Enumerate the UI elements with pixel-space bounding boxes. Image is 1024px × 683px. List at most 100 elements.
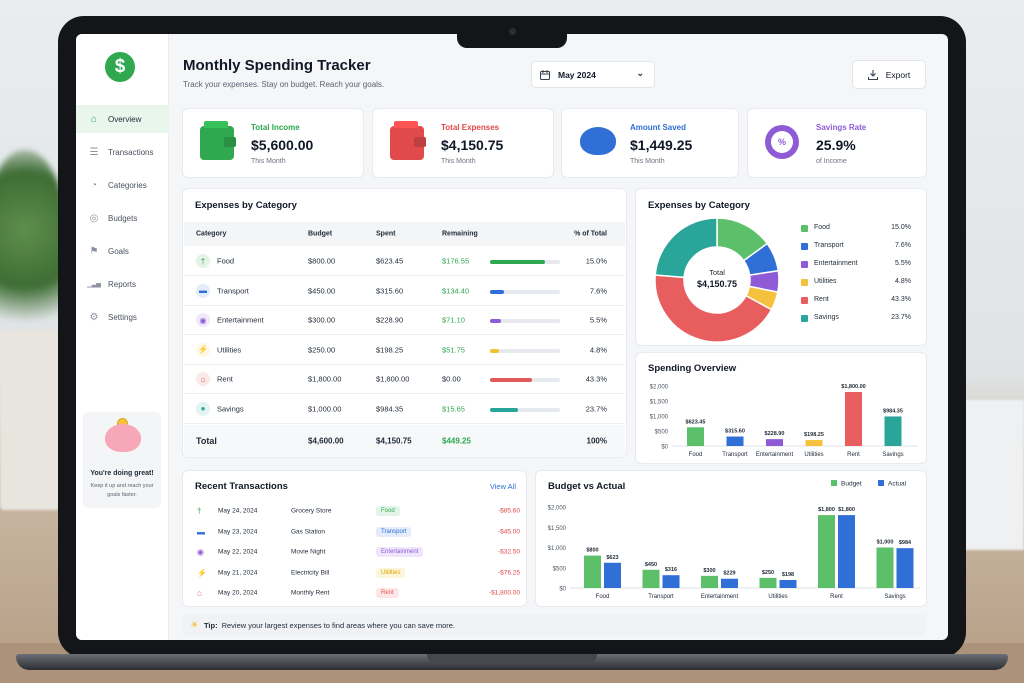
view-all-link[interactable]: View All bbox=[490, 482, 516, 491]
flag-icon: ⚑ bbox=[89, 245, 99, 257]
total-label: Total bbox=[196, 436, 217, 446]
x-tick-label: Food bbox=[596, 594, 610, 600]
total-pct: 100% bbox=[586, 436, 607, 446]
cell-category: Food bbox=[217, 256, 235, 266]
sidebar-item-label: Reports bbox=[108, 279, 137, 289]
budget-vs-actual-card: Budget vs Actual $0 $500 $1,000 $1,500 $2,00… bbox=[535, 470, 927, 607]
y-tick-label: $1,500 bbox=[548, 526, 567, 532]
table-row: ⚡ Utilities $250.00 $198.25 $51.75 4.8% bbox=[184, 336, 625, 365]
donut-center-label: Total bbox=[709, 268, 725, 277]
sidebar-item-categories[interactable]: ◔ Categories bbox=[76, 171, 169, 199]
bar-data-label: $315.60 bbox=[725, 429, 745, 435]
stat-subtext: This Month bbox=[630, 158, 665, 165]
sidebar-item-reports[interactable]: ▁▃▅ Reports bbox=[76, 270, 169, 298]
x-tick-label: Savings bbox=[882, 452, 903, 458]
gear-icon: ⚙ bbox=[89, 311, 99, 323]
legend-swatch bbox=[801, 243, 808, 250]
transaction-row[interactable]: ▬ May 23, 2024 Gas Station Transport -$45.00 bbox=[195, 522, 520, 542]
bar-data-label: $450 bbox=[645, 562, 657, 568]
transaction-row[interactable]: ⌂ May 20, 2024 Monthly Rent Rent -$1,800.00 bbox=[195, 583, 520, 603]
category-badge: Entertainment bbox=[376, 547, 424, 557]
bar-transport bbox=[726, 436, 744, 446]
stat-value: $1,449.25 bbox=[630, 137, 693, 153]
legend-label: Rent bbox=[814, 296, 829, 303]
x-tick-label: Food bbox=[689, 452, 703, 458]
progress-fill bbox=[490, 319, 501, 323]
bar-data-label: $623.45 bbox=[686, 419, 706, 425]
sidebar-item-transactions[interactable]: ☰ Transactions bbox=[76, 138, 169, 166]
stat-card-savings-rate: % Savings Rate 25.9% of Income bbox=[747, 108, 927, 178]
transaction-date: May 20, 2024 bbox=[218, 589, 258, 597]
legend-label: Food bbox=[814, 224, 830, 231]
spending-overview-card: Spending Overview $0 $500 $1,000 $1,500 $2,0… bbox=[635, 352, 927, 464]
sidebar-item-overview[interactable]: ⌂ Overview bbox=[76, 105, 169, 133]
stat-subtext: This Month bbox=[251, 158, 286, 165]
bar-data-label: $229 bbox=[723, 571, 735, 577]
sidebar-item-label: Settings bbox=[108, 312, 137, 322]
stat-value: $4,150.75 bbox=[441, 137, 504, 153]
cell-pct: 7.6% bbox=[589, 286, 607, 295]
transaction-row[interactable]: ◉ May 22, 2024 Movie Night Entertainment -$3… bbox=[195, 542, 520, 562]
legend-label: Transport bbox=[814, 242, 844, 249]
stat-card-amount-saved: Amount Saved $1,449.25 This Month bbox=[561, 108, 739, 178]
legend-item-savings: Savings 23.7% bbox=[801, 314, 911, 324]
cell-remaining: $51.75 bbox=[442, 345, 465, 354]
stat-value: 25.9% bbox=[816, 137, 856, 153]
bar-budget-food bbox=[584, 555, 601, 588]
sidebar-item-goals[interactable]: ⚑ Goals bbox=[76, 237, 169, 265]
export-button[interactable]: Export bbox=[852, 60, 926, 89]
stat-subtext: of Income bbox=[816, 158, 847, 165]
category-badge: Transport bbox=[376, 526, 412, 537]
table-row: † Food $800.00 $623.45 $176.55 15.0% bbox=[184, 247, 625, 276]
transaction-row[interactable]: † May 24, 2024 Grocery Store Food -$85.60 bbox=[195, 501, 520, 521]
cell-budget: $450.00 bbox=[308, 286, 336, 295]
x-tick-label: Entertainment bbox=[756, 452, 794, 458]
sidebar-item-settings[interactable]: ⚙ Settings bbox=[76, 303, 169, 331]
cell-budget: $300.00 bbox=[308, 315, 336, 325]
app-logo: $ bbox=[105, 52, 135, 82]
progress-fill bbox=[490, 378, 532, 382]
legend-swatch bbox=[801, 297, 808, 304]
tip-text: Review your largest expenses to find are… bbox=[221, 620, 456, 630]
fork-knife-icon: † bbox=[196, 254, 210, 268]
y-tick-label: $2,000 bbox=[548, 506, 567, 512]
cell-pct: 4.8% bbox=[589, 345, 607, 354]
month-selector[interactable]: May 2024 ⌄ bbox=[531, 61, 655, 88]
transaction-amount: -$45.00 bbox=[497, 528, 520, 535]
progress-bar bbox=[490, 378, 560, 382]
bar-actual-rent bbox=[838, 515, 855, 588]
progress-fill bbox=[490, 260, 545, 264]
legend-value: 15.0% bbox=[891, 224, 911, 231]
bar-budget-rent bbox=[818, 515, 835, 588]
legend-item-transport: Transport 7.6% bbox=[801, 242, 911, 252]
bar-entertainment bbox=[766, 439, 783, 446]
background-pot bbox=[0, 330, 60, 510]
total-remaining: $449.25 bbox=[442, 436, 471, 446]
legend-label: Budget bbox=[841, 481, 862, 488]
x-tick-label: Entertainment bbox=[701, 594, 739, 600]
category-badge: Food bbox=[376, 506, 400, 516]
x-tick-label: Utilities bbox=[768, 594, 787, 600]
bar-rent bbox=[845, 392, 862, 446]
col-category: Category bbox=[196, 230, 227, 238]
bar-chart-icon: ▁▃▅ bbox=[87, 281, 101, 288]
y-tick-label: $500 bbox=[655, 430, 669, 436]
promo-title: You're doing great! bbox=[90, 470, 154, 477]
y-tick-label: $0 bbox=[559, 587, 566, 593]
transaction-row[interactable]: ⚡ May 21, 2024 Electricity Bill Utilities -$… bbox=[195, 563, 520, 583]
lightbulb-icon: ☀ bbox=[190, 619, 199, 631]
cell-category: Savings bbox=[217, 404, 244, 413]
table-row: ● Savings $1,000.00 $984.35 $15.65 23.7% bbox=[184, 395, 625, 424]
x-tick-label: Savings bbox=[884, 594, 905, 600]
cell-pct: 15.0% bbox=[585, 256, 607, 266]
promo-card: You're doing great! Keep it up and reach… bbox=[83, 412, 161, 508]
cell-remaining: $134.40 bbox=[442, 286, 470, 295]
sidebar-item-label: Categories bbox=[108, 180, 147, 190]
stat-label: Total Expenses bbox=[441, 123, 500, 132]
x-tick-label: Rent bbox=[847, 452, 860, 458]
tip-label: Tip: bbox=[203, 620, 218, 630]
sidebar: $ ⌂ Overview ☰ Transactions ◔ Categories ◎ Budg… bbox=[76, 34, 169, 640]
expenses-table-card: Expenses by Category Category Budget Spe… bbox=[182, 188, 627, 458]
sidebar-item-budgets[interactable]: ◎ Budgets bbox=[76, 204, 169, 232]
transaction-date: May 24, 2024 bbox=[218, 507, 258, 515]
